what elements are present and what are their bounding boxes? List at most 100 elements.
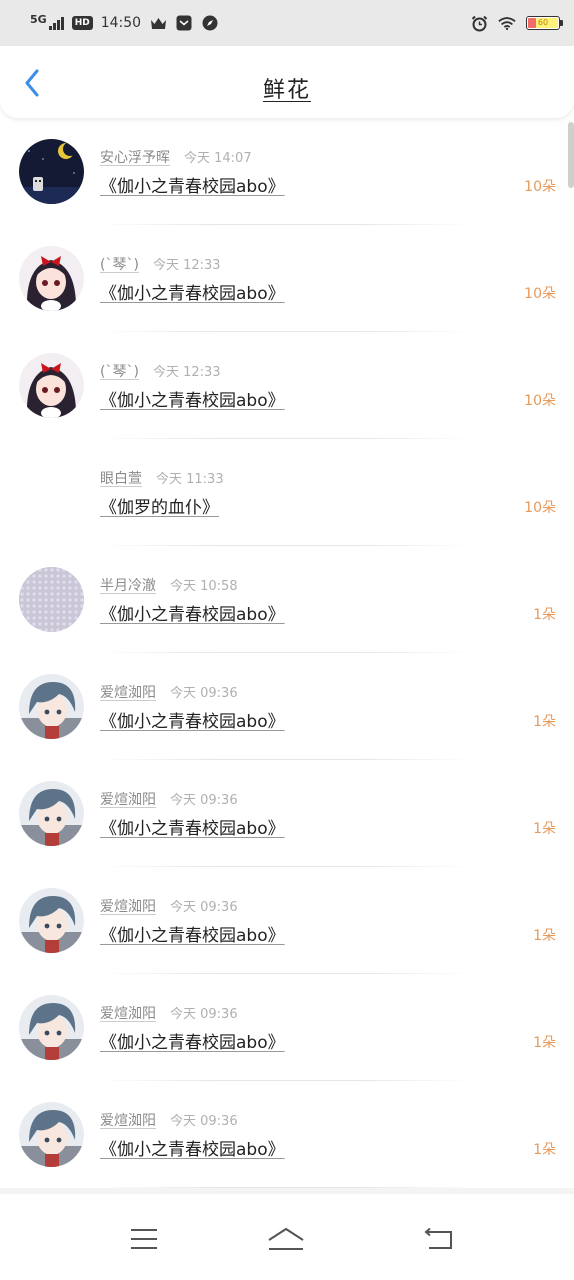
flower-count: 1朵	[533, 607, 556, 623]
book-title-text: 《伽小之青春校园abo》	[100, 712, 285, 732]
book-title[interactable]: 《伽小之青春校园abo》	[100, 172, 285, 197]
sender-meta: 爱煊洳阳 今天 09:36	[100, 682, 238, 702]
flower-count: 10朵	[524, 500, 556, 516]
sender-meta: (`琴`) 今天 12:33	[100, 254, 221, 274]
scrollbar[interactable]	[568, 122, 574, 188]
book-title[interactable]: 《伽小之青春校园abo》	[100, 279, 285, 304]
sender-meta: 爱煊洳阳 今天 09:36	[100, 1003, 238, 1023]
book-title[interactable]: 《伽小之青春校园abo》	[100, 707, 285, 732]
book-title[interactable]: 《伽小之青春校园abo》	[100, 1135, 285, 1160]
book-title-text: 《伽小之青春校园abo》	[100, 819, 285, 839]
book-title-text: 《伽小之青春校园abo》	[100, 284, 285, 304]
book-title-text: 《伽小之青春校园abo》	[100, 1033, 285, 1053]
sent-time: 今天 09:36	[170, 900, 238, 915]
home-button[interactable]	[266, 1226, 306, 1252]
book-title[interactable]: 《伽小之青春校园abo》	[100, 814, 285, 839]
book-title-text: 《伽罗的血仆》	[100, 498, 219, 518]
flower-record-row[interactable]: 爱煊洳阳 今天 09:36 《伽小之青春校园abo》 1朵	[0, 760, 574, 867]
avatar[interactable]	[19, 995, 84, 1060]
book-title[interactable]: 《伽小之青春校园abo》	[100, 1028, 285, 1053]
flower-count: 1朵	[533, 1142, 556, 1158]
sender-meta: 眼白萱 今天 11:33	[100, 468, 224, 488]
network-type: 5G	[30, 13, 47, 26]
book-title[interactable]: 《伽小之青春校园abo》	[100, 386, 285, 411]
avatar[interactable]	[19, 567, 84, 632]
signal-icon	[48, 16, 64, 30]
return-icon	[424, 1228, 452, 1249]
mail-app-icon	[175, 15, 193, 31]
sender-meta: 爱煊洳阳 今天 09:36	[100, 896, 238, 916]
book-title-text: 《伽小之青春校园abo》	[100, 926, 285, 946]
flower-record-row[interactable]: 眼白萱 今天 11:33 《伽罗的血仆》 10朵	[0, 439, 574, 546]
sender-name[interactable]: 爱煊洳阳	[100, 685, 156, 701]
flowers-page: 5G HD 14:50 60 鲜花 安心浮予晖 今天 14:07 《伽小之青春校…	[0, 0, 574, 1280]
flower-record-row[interactable]: 爱煊洳阳 今天 09:36 《伽小之青春校园abo》 1朵	[0, 867, 574, 974]
flower-record-list: 安心浮予晖 今天 14:07 《伽小之青春校园abo》 10朵 (`琴`) 今天 12:3…	[0, 118, 574, 1194]
sender-meta: 半月冷澈 今天 10:58	[100, 575, 238, 595]
sent-time: 今天 09:36	[170, 1007, 238, 1022]
flower-count: 1朵	[533, 1035, 556, 1051]
flower-record-row[interactable]: 安心浮予晖 今天 14:07 《伽小之青春校园abo》 10朵	[0, 118, 574, 225]
sent-time: 今天 12:33	[152, 258, 221, 273]
flower-count: 10朵	[524, 286, 556, 302]
sender-meta: 爱煊洳阳 今天 09:36	[100, 1110, 238, 1130]
clock: 14:50	[100, 15, 142, 31]
flower-count: 10朵	[524, 179, 556, 195]
book-title[interactable]: 《伽小之青春校园abo》	[100, 600, 285, 625]
system-nav-bar	[0, 1194, 574, 1280]
avatar[interactable]	[19, 139, 84, 204]
sender-meta: (`琴`) 今天 12:33	[100, 361, 221, 381]
sender-name[interactable]: 眼白萱	[100, 471, 142, 487]
sender-name[interactable]: (`琴`)	[100, 257, 139, 273]
book-title-text: 《伽小之青春校园abo》	[100, 605, 285, 625]
hd-badge: HD	[71, 16, 93, 30]
flower-record-row[interactable]: 爱煊洳阳 今天 09:36 《伽小之青春校园abo》 1朵	[0, 653, 574, 760]
menu-button[interactable]	[124, 1226, 164, 1252]
avatar[interactable]	[19, 353, 84, 418]
sent-time: 今天 09:36	[170, 793, 238, 808]
sent-time: 今天 14:07	[184, 151, 252, 166]
flower-record-row[interactable]: 爱煊洳阳 今天 09:36 《伽小之青春校园abo》 1朵	[0, 1081, 574, 1188]
crown-icon	[149, 15, 167, 31]
flower-count: 1朵	[533, 928, 556, 944]
status-bar: 5G HD 14:50 60	[0, 0, 574, 46]
avatar[interactable]	[19, 888, 84, 953]
app-header: 鲜花	[0, 46, 574, 118]
sent-time: 今天 10:58	[170, 579, 238, 594]
sender-name[interactable]: 安心浮予晖	[100, 150, 170, 166]
sender-name[interactable]: (`琴`)	[100, 364, 139, 380]
sent-time: 今天 09:36	[170, 686, 238, 701]
flower-count: 10朵	[524, 393, 556, 409]
battery-icon: 60	[526, 16, 563, 30]
avatar[interactable]	[19, 246, 84, 311]
sender-name[interactable]: 爱煊洳阳	[100, 792, 156, 808]
menu-icon	[131, 1229, 157, 1249]
home-icon	[268, 1227, 304, 1250]
avatar[interactable]	[19, 1102, 84, 1167]
book-title[interactable]: 《伽罗的血仆》	[100, 493, 219, 518]
return-button[interactable]	[418, 1226, 458, 1252]
wifi-icon	[498, 15, 516, 31]
sender-meta: 爱煊洳阳 今天 09:36	[100, 789, 238, 809]
book-title-text: 《伽小之青春校园abo》	[100, 177, 285, 197]
alarm-icon	[470, 15, 488, 31]
avatar[interactable]	[19, 781, 84, 846]
sent-time: 今天 11:33	[156, 472, 224, 487]
flower-record-row[interactable]: (`琴`) 今天 12:33 《伽小之青春校园abo》 10朵	[0, 225, 574, 332]
book-title-text: 《伽小之青春校园abo》	[100, 1140, 285, 1160]
sender-name[interactable]: 半月冷澈	[100, 578, 156, 594]
book-title[interactable]: 《伽小之青春校园abo》	[100, 921, 285, 946]
sender-name[interactable]: 爱煊洳阳	[100, 1006, 156, 1022]
page-title: 鲜花	[262, 78, 311, 103]
flower-record-row[interactable]: 爱煊洳阳 今天 09:36 《伽小之青春校园abo》 1朵	[0, 974, 574, 1081]
avatar[interactable]	[19, 674, 84, 739]
flower-record-row[interactable]: 半月冷澈 今天 10:58 《伽小之青春校园abo》 1朵	[0, 546, 574, 653]
sent-time: 今天 12:33	[152, 365, 221, 380]
flower-record-row[interactable]: (`琴`) 今天 12:33 《伽小之青春校园abo》 10朵	[0, 332, 574, 439]
sender-name[interactable]: 爱煊洳阳	[100, 899, 156, 915]
book-title-text: 《伽小之青春校园abo》	[100, 391, 285, 411]
sender-name[interactable]: 爱煊洳阳	[100, 1113, 156, 1129]
flower-count: 1朵	[533, 714, 556, 730]
battery-level: 60	[537, 18, 549, 27]
sender-meta: 安心浮予晖 今天 14:07	[100, 147, 252, 167]
